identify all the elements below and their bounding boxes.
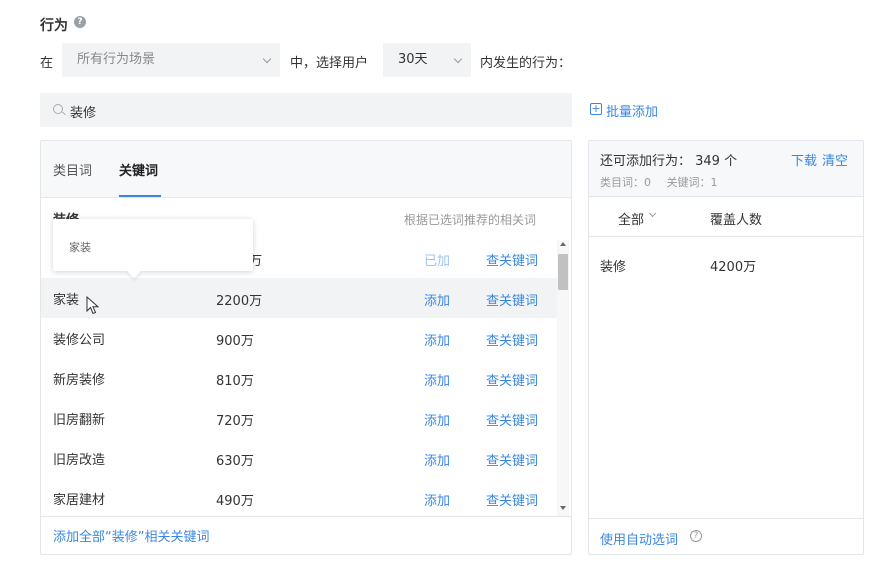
keyword-word-count: 关键词：1	[666, 176, 718, 189]
scene-select-value: 所有行为场景	[77, 52, 156, 67]
filter-prefix-label: 在	[40, 56, 54, 71]
divider	[589, 518, 863, 519]
filter-all-dropdown[interactable]: 全部	[618, 209, 644, 228]
keyword-row: 装修公司 900万 添加 查关键词	[41, 318, 557, 358]
query-keyword-link[interactable]: 查关键词	[486, 330, 538, 349]
add-keyword-link[interactable]: 添加	[424, 490, 450, 509]
divider	[589, 236, 863, 237]
add-keyword-link[interactable]: 添加	[424, 290, 450, 309]
selected-subcounts: 类目词：0 关键词：1	[600, 174, 730, 190]
batch-add-link[interactable]: 批量添加	[606, 101, 658, 120]
add-keyword-link[interactable]: 添加	[424, 410, 450, 429]
keyword-name: 家居建材	[53, 493, 106, 508]
chevron-down-icon	[262, 54, 272, 64]
scroll-down-arrow-icon[interactable]	[560, 506, 566, 510]
keyword-count: 2200万	[216, 294, 263, 309]
query-keyword-link[interactable]: 查关键词	[486, 490, 538, 509]
selected-item-count: 4200万	[710, 260, 757, 275]
help-icon[interactable]: ?	[74, 16, 86, 28]
query-keyword-link[interactable]: 查关键词	[486, 370, 538, 389]
scroll-up-arrow-icon[interactable]	[560, 242, 566, 246]
keyword-row: 新房装修 810万 添加 查关键词	[41, 358, 557, 398]
query-keyword-link[interactable]: 查关键词	[486, 410, 538, 429]
selected-behaviors-panel	[588, 140, 864, 555]
keyword-row: 家居建材 490万 添加 查关键词	[41, 478, 557, 518]
query-keyword-link[interactable]: 查关键词	[486, 450, 538, 469]
keyword-name: 装修公司	[53, 333, 106, 348]
keyword-row: 家装 2200万 添加 查关键词	[41, 278, 557, 318]
keyword-name: 旧房翻新	[53, 413, 106, 428]
clear-link[interactable]: 清空	[822, 150, 848, 169]
list-header-hint: 根据已选词推荐的相关词	[404, 213, 537, 227]
tooltip-text: 家装	[69, 241, 91, 254]
added-label: 已加	[424, 254, 451, 269]
scrollbar-thumb[interactable]	[558, 254, 568, 290]
keyword-name: 新房装修	[53, 373, 106, 388]
category-word-count: 类目词：0	[600, 176, 651, 189]
tab-keywords[interactable]: 关键词	[119, 160, 158, 179]
active-tab-indicator	[119, 195, 161, 197]
keyword-name: 家装	[53, 293, 80, 308]
download-link[interactable]: 下载	[791, 150, 817, 169]
add-keyword-link[interactable]: 添加	[424, 450, 450, 469]
keyword-name: 旧房改造	[53, 453, 106, 468]
add-keyword-link[interactable]: 添加	[424, 370, 450, 389]
days-select-value: 30天	[398, 52, 428, 67]
keyword-count: 810万	[216, 374, 254, 389]
search-input-value: 装修	[70, 106, 97, 121]
keyword-row: 旧房改造 630万 添加 查关键词	[41, 438, 557, 478]
filter-suffix-label: 内发生的行为：	[480, 56, 572, 71]
query-keyword-link[interactable]: 查关键词	[486, 290, 538, 309]
plus-square-icon[interactable]: +	[590, 103, 602, 115]
add-keyword-link[interactable]: 添加	[424, 330, 450, 349]
keyword-count: 490万	[216, 494, 254, 509]
chevron-down-icon	[453, 54, 463, 64]
remaining-count: 还可添加行为： 349 个	[600, 154, 738, 169]
column-header-coverage: 覆盖人数	[710, 213, 763, 228]
tab-category-words[interactable]: 类目词	[53, 160, 92, 179]
section-title: 行为	[40, 18, 68, 34]
query-keyword-link[interactable]: 查关键词	[486, 250, 538, 269]
search-input[interactable]	[40, 93, 572, 127]
add-all-keywords-link[interactable]: 添加全部“装修”相关关键词	[53, 526, 209, 545]
keyword-row: 旧房翻新 720万 添加 查关键词	[41, 398, 557, 438]
divider	[41, 516, 571, 517]
auto-select-words-link[interactable]: 使用自动选词	[600, 529, 678, 548]
keyword-count: 900万	[216, 334, 254, 349]
keyword-count: 630万	[216, 454, 254, 469]
help-circle-icon[interactable]: ?	[690, 530, 702, 542]
scene-select[interactable]: 所有行为场景	[62, 43, 280, 77]
search-icon	[53, 104, 63, 114]
keyword-count: 720万	[216, 414, 254, 429]
filter-middle-label: 中，选择用户	[290, 56, 369, 71]
selected-item-name: 装修	[600, 260, 627, 275]
mouse-cursor-icon	[86, 296, 100, 315]
days-select[interactable]: 30天	[383, 43, 471, 77]
